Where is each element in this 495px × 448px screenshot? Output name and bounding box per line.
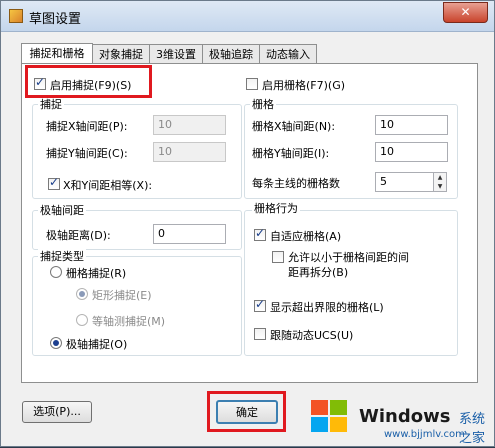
tab-polar-tracking[interactable]: 极轴追踪 [202,44,260,63]
enable-grid-checkbox[interactable] [246,78,258,90]
grid-x-spacing-label: 栅格X轴间距(N): [252,120,336,133]
adaptive-grid-checkbox[interactable] [254,226,266,241]
adaptive-grid-label: 自适应栅格(A) [270,230,342,243]
app-icon [9,9,23,23]
snap-group-title: 捕捉 [38,96,64,112]
subdivide-label-line2: 距再拆分(B) [288,266,349,279]
watermark: Windows 系统之家 www.bjjmlv.com [309,396,495,448]
rect-snap-radio[interactable] [76,288,88,300]
polar-snap-label: 极轴捕捉(O) [66,338,128,351]
snap-y-spacing-input[interactable]: 10 [153,142,226,162]
grid-snap-radio[interactable] [50,266,62,278]
enable-grid-label: 启用栅格(F7)(G) [262,79,346,92]
options-button[interactable]: 选项(P)... [22,401,92,423]
window-title: 草图设置 [29,12,82,27]
iso-snap-label: 等轴测捕捉(M) [92,315,166,328]
grid-x-spacing-input[interactable]: 10 [375,115,448,135]
snap-x-spacing-input[interactable]: 10 [153,115,226,135]
subdivide-label-line1: 允许以小于栅格间距的间 [288,251,409,264]
snap-type-title: 捕捉类型 [38,248,86,264]
equal-spacing-checkbox[interactable] [48,175,60,190]
follow-ucs-label: 跟随动态UCS(U) [270,329,354,342]
polar-snap-radio[interactable] [50,337,62,349]
snap-type-group [32,256,242,356]
watermark-brand: Windows [359,406,451,427]
grid-snap-label: 栅格捕捉(R) [66,267,127,280]
snap-y-spacing-label: 捕捉Y轴间距(C): [46,147,128,160]
sketch-settings-dialog: 草图设置 ✕ 捕捉和栅格 对象捕捉 3维设置 极轴追踪 动态输入 启用捕捉(F9… [0,0,495,447]
snap-grid-panel: 启用捕捉(F9)(S) 启用栅格(F7)(G) 捕捉 捕捉X轴间距(P): 10… [21,63,478,383]
snap-x-spacing-label: 捕捉X轴间距(P): [46,120,128,133]
beyond-limits-checkbox[interactable] [254,297,266,312]
rect-snap-label: 矩形捕捉(E) [92,289,152,302]
tab-snap-grid[interactable]: 捕捉和栅格 [21,43,93,65]
grid-group-title: 栅格 [250,96,276,112]
highlight-enable-snap [25,65,152,98]
polar-distance-input[interactable]: 0 [153,224,226,244]
watermark-url: www.bjjmlv.com [384,429,465,440]
tab-3d-settings[interactable]: 3维设置 [149,44,203,63]
major-line-input[interactable]: 5 [375,172,434,192]
follow-ucs-checkbox[interactable] [254,328,266,340]
grid-y-spacing-label: 栅格Y轴间距(I): [252,147,330,160]
close-button[interactable]: ✕ [443,2,488,23]
highlight-ok-button [207,391,286,432]
beyond-limits-label: 显示超出界限的栅格(L) [270,301,384,314]
polar-spacing-title: 极轴间距 [38,202,86,218]
grid-y-spacing-input[interactable]: 10 [375,142,448,162]
polar-distance-label: 极轴距离(D): [46,229,111,242]
watermark-cn-text: 系统之家 [459,412,486,446]
title-bar[interactable]: 草图设置 ✕ [1,1,494,32]
tab-object-snap[interactable]: 对象捕捉 [92,44,150,63]
iso-snap-radio[interactable] [76,314,88,326]
subdivide-checkbox[interactable] [272,251,284,263]
major-line-label: 每条主线的栅格数 [252,177,340,190]
tab-dynamic-input[interactable]: 动态输入 [259,44,317,63]
major-line-spinner[interactable]: ▲ ▼ [433,172,447,192]
grid-behavior-title: 栅格行为 [252,200,300,216]
equal-spacing-label: X和Y间距相等(X): [63,179,153,192]
windows-logo-icon [311,400,351,436]
